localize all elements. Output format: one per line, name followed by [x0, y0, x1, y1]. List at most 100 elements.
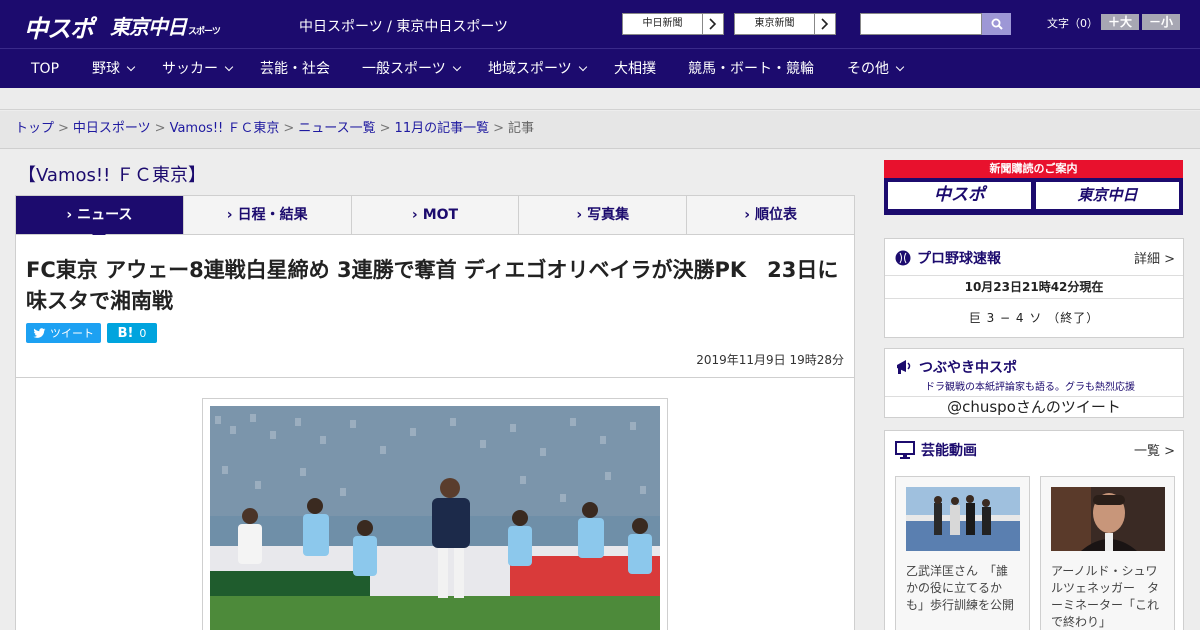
chevron-down-icon: [452, 62, 461, 72]
breadcrumb-sep: >: [154, 121, 166, 136]
tab-news[interactable]: › ニュース: [16, 196, 184, 241]
article-photo-frame: [202, 398, 668, 630]
chevron-right-icon: [703, 14, 723, 34]
tweet-button[interactable]: ツイート: [26, 323, 101, 343]
chevron-right-icon: ›: [744, 207, 750, 223]
video-thumbnail: [906, 487, 1020, 551]
tokyo-shimbun-link[interactable]: 東京新聞: [734, 13, 836, 35]
video-card[interactable]: アーノルド・シュワルツェネッガー ターミネーター「これで終わり」: [1040, 476, 1175, 630]
nav-item-local-sports[interactable]: 地域スポーツ: [488, 49, 587, 89]
site-header: 中スポ 東京中日 スポーツ 中日スポーツ / 東京中日スポーツ 中日新聞 東京新聞…: [0, 0, 1200, 48]
breadcrumb-sep: >: [379, 121, 391, 136]
nav-item-general-sports[interactable]: 一般スポーツ: [362, 49, 461, 89]
chevron-right-icon: ›: [66, 207, 73, 223]
tsubuyaki-title: つぶやき中スポ: [919, 360, 1017, 376]
video-caption: アーノルド・シュワルツェネッガー ターミネーター「これで終わり」: [1051, 564, 1160, 629]
tsubuyaki-widget: つぶやき中スポ ドラ観戦の本紙評論家も語る。グラも熱烈応援 @chuspoさんの…: [884, 348, 1184, 418]
article-date: 2019年11月9日 19時28分: [696, 353, 844, 367]
breadcrumb-current: 記事: [508, 121, 535, 136]
chevron-down-icon: [224, 62, 234, 72]
nav-item-soccer[interactable]: サッカー: [162, 49, 234, 89]
search-button[interactable]: [982, 13, 1011, 35]
nav-item-sumo[interactable]: 大相撲: [614, 49, 656, 89]
nav-label: その他: [847, 61, 889, 77]
widget-header: プロ野球速報 詳細 >: [885, 239, 1183, 275]
megaphone-icon: [897, 360, 911, 374]
main-nav: TOP 野球 サッカー 芸能・社会 一般スポーツ 地域スポーツ 大相撲 競馬・ボ…: [0, 48, 1200, 88]
font-size-label: 文字（0）: [1047, 17, 1098, 30]
geino-list-link[interactable]: 一覧 >: [1134, 440, 1175, 459]
baseball-score[interactable]: 巨 3 − 4 ソ （終了）: [885, 299, 1183, 337]
tweet-label: ツイート: [50, 327, 94, 340]
article-photo[interactable]: [210, 406, 660, 630]
nav-label: 大相撲: [614, 61, 656, 77]
font-larger-button[interactable]: ＋大: [1101, 14, 1139, 30]
breadcrumb-vamos[interactable]: Vamos!! ＦＣ東京: [170, 121, 280, 136]
tab-label: MOT: [422, 207, 459, 223]
geino-video-widget: 芸能動画 一覧 > 乙武洋匡さん 「誰かの役に立てるかも」歩行訓練を公開 アーノ…: [884, 430, 1184, 630]
breadcrumb-sep: >: [283, 121, 295, 136]
chunichi-shimbun-link[interactable]: 中日新聞: [622, 13, 724, 35]
monitor-icon: [895, 441, 915, 459]
section-title[interactable]: 【Vamos!! ＦＣ東京】: [18, 161, 206, 187]
tokyo-shimbun-label: 東京新聞: [735, 14, 815, 34]
baseball-update-time: 10月23日21時42分現在: [885, 275, 1183, 299]
tab-label: 順位表: [754, 207, 797, 223]
geino-title: 芸能動画: [921, 443, 977, 459]
nav-item-other[interactable]: その他: [847, 49, 905, 89]
nav-label: 一般スポーツ: [362, 61, 446, 77]
breadcrumb-sep: >: [58, 121, 69, 136]
chevron-down-icon: [126, 62, 136, 72]
breadcrumb: トップ > 中日スポーツ > Vamos!! ＦＣ東京 > ニュース一覧 >11月の記事一覧 >…: [0, 111, 1200, 149]
site-names: 中日スポーツ / 東京中日スポーツ: [299, 19, 509, 35]
nav-label: 芸能・社会: [260, 61, 330, 77]
tab-schedule-results[interactable]: › 日程・結果: [184, 196, 352, 234]
video-card[interactable]: 乙武洋匡さん 「誰かの役に立てるかも」歩行訓練を公開: [895, 476, 1030, 630]
nav-label: 競馬・ボート・競輪: [688, 61, 814, 77]
tab-label: 写真集: [587, 207, 630, 223]
nav-item-entertainment[interactable]: 芸能・社会: [260, 49, 330, 89]
baseball-detail-link[interactable]: 詳細 >: [1134, 248, 1175, 267]
tab-photos[interactable]: › 写真集: [519, 196, 688, 234]
search-input[interactable]: [860, 13, 982, 35]
tab-label: ニュース: [77, 207, 133, 223]
chevron-down-icon: [578, 62, 587, 72]
nav-label: サッカー: [162, 61, 218, 77]
tsubuyaki-tweets-link[interactable]: @chuspoさんのツイート: [885, 396, 1183, 417]
article-headline: FC東京 アウェー8連戦白星締め 3連勝で奪首 ディエゴオリベイラが決勝PK 2…: [26, 258, 839, 313]
subscription-banner[interactable]: 新聞購読のご案内 中スポ 東京中日: [884, 160, 1183, 215]
subscribe-tokyo-logo: 東京中日: [1036, 182, 1179, 209]
baseball-icon: [895, 250, 911, 266]
font-smaller-button[interactable]: －小: [1142, 14, 1180, 30]
breadcrumb-chuspo[interactable]: 中日スポーツ: [73, 121, 151, 136]
baseball-title: プロ野球速報: [917, 251, 1001, 267]
tokyo-logo-text: 東京中日: [110, 15, 187, 39]
chevron-right-icon: ›: [226, 207, 233, 223]
tsubuyaki-subtitle: ドラ観戦の本紙評論家も語る。グラも熱烈応援: [925, 382, 1135, 393]
chuspo-logo[interactable]: 中スポ: [24, 9, 94, 44]
breadcrumb-top[interactable]: トップ: [15, 121, 54, 136]
breadcrumb-monthly-list[interactable]: 11月の記事一覧: [395, 121, 490, 136]
nav-label: 野球: [92, 61, 120, 77]
chevron-right-icon: [815, 14, 835, 34]
hatena-bookmark-button[interactable]: B! 0: [107, 323, 157, 343]
breadcrumb-news-list[interactable]: ニュース一覧: [298, 121, 375, 136]
article: FC東京 アウェー8連戦白星締め 3連勝で奪首 ディエゴオリベイラが決勝PK 2…: [15, 235, 855, 630]
chunichi-shimbun-label: 中日新聞: [623, 14, 703, 34]
tab-mot[interactable]: › MOT: [352, 196, 520, 234]
breadcrumb-sep: >: [493, 121, 504, 136]
twitter-bird-icon: [33, 327, 46, 338]
tab-standings[interactable]: › 順位表: [687, 196, 854, 234]
sub-nav-bar: [0, 88, 1200, 110]
tokyo-chunichi-logo[interactable]: 東京中日 スポーツ: [110, 11, 221, 40]
hatena-icon: B!: [117, 325, 134, 341]
nav-label: 地域スポーツ: [488, 61, 572, 77]
nav-item-racing[interactable]: 競馬・ボート・競輪: [688, 49, 814, 89]
subscription-label: 新聞購読のご案内: [989, 162, 1078, 175]
nav-item-top[interactable]: TOP: [31, 49, 59, 89]
subscribe-chuspo-logo: 中スポ: [888, 182, 1031, 209]
tab-label: 日程・結果: [237, 207, 308, 223]
widget-title: プロ野球速報: [895, 248, 1001, 268]
nav-item-baseball[interactable]: 野球: [92, 49, 136, 89]
chevron-down-icon: [895, 62, 905, 72]
